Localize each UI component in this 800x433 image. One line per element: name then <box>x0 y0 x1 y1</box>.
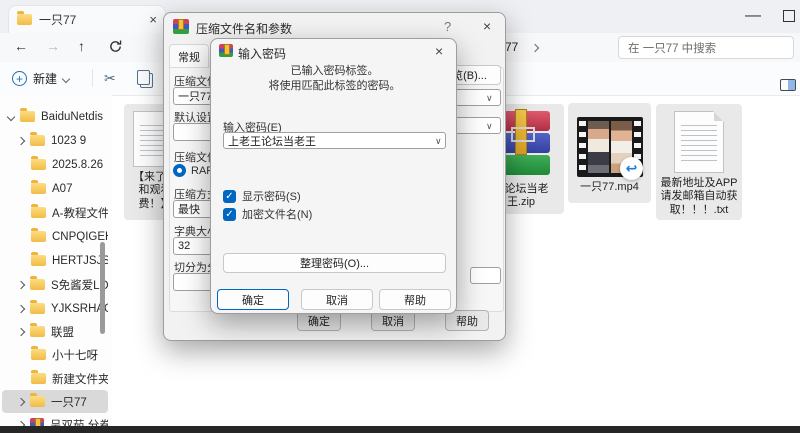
breadcrumb[interactable]: 77 <box>505 40 538 54</box>
sidebar-item-2025826[interactable]: 2025.8.26 <box>2 153 108 176</box>
explorer-tab[interactable]: 一只77 × <box>8 5 166 33</box>
sidebar-item-yizhi77[interactable]: 一只77 <box>2 390 108 413</box>
folder-icon <box>31 159 46 170</box>
sidebar-item-a-jiaocheng[interactable]: A-教程文件 <box>2 201 108 224</box>
winrar-icon <box>219 44 233 62</box>
sidebar-item-s-mianjiang[interactable]: S免酱爱LOl <box>2 273 108 296</box>
folder-icon <box>31 373 46 384</box>
checkbox-checked-icon: ✓ <box>223 190 236 203</box>
sidebar-scrollbar[interactable] <box>100 242 105 334</box>
sidebar-item-1023-9[interactable]: 1023 9 <box>2 129 108 152</box>
show-password-checkbox[interactable]: ✓ 显示密码(S) <box>223 188 301 204</box>
checkbox-checked-icon: ✓ <box>223 208 236 221</box>
minimize-button[interactable]: — <box>738 6 768 26</box>
file-name: 一只77.mp4 <box>580 181 639 194</box>
maximize-icon <box>783 10 795 22</box>
new-button[interactable]: + 新建 <box>12 70 69 87</box>
close-icon[interactable]: × <box>435 44 443 58</box>
chevron-down-icon: ∨ <box>486 121 493 132</box>
tab-title: 一只77 <box>39 11 142 28</box>
details-pane-icon[interactable] <box>780 78 796 96</box>
folder-icon <box>30 396 45 407</box>
sidebar-item-xiaoshiqiya[interactable]: 小十七呀 <box>2 343 108 366</box>
bottom-edge <box>0 426 800 433</box>
format-radio-rar[interactable]: RAR <box>173 164 214 177</box>
tab-close-icon[interactable]: × <box>149 13 157 26</box>
new-label: 新建 <box>33 70 57 87</box>
ok-button[interactable]: 确定 <box>217 289 289 310</box>
share-arrow-icon: ↩ <box>620 157 643 180</box>
winrar-icon <box>173 19 189 39</box>
encrypt-names-checkbox[interactable]: ✓ 加密文件名(N) <box>223 206 312 222</box>
folder-icon <box>30 135 45 146</box>
help-button[interactable]: 帮助 <box>379 289 451 310</box>
radio-icon <box>173 164 186 177</box>
help-icon[interactable]: ? <box>444 19 451 34</box>
file-name: 最新地址及APP <box>660 177 737 190</box>
folder-icon <box>30 279 45 290</box>
explorer-window: 一只77 × — ← → ↑ 77 在 一只77 中搜索 + 新建 ✂ Baid… <box>0 0 800 433</box>
password-dialog: 输入密码 × 已输入密码标签。 将使用匹配此标签的密码。 输入密码(E) 上老王… <box>210 38 457 314</box>
breadcrumb-text: 77 <box>505 40 518 54</box>
forward-icon[interactable]: → <box>46 38 60 54</box>
toolbar-divider <box>92 69 93 87</box>
chevron-down-icon: ∨ <box>486 93 493 104</box>
folder-icon <box>30 303 45 314</box>
maximize-button[interactable] <box>774 6 800 26</box>
sidebar-item-a07[interactable]: A07 <box>2 177 108 200</box>
dialog-title: 压缩文件名和参数 <box>196 20 292 37</box>
plus-icon: + <box>12 71 27 86</box>
folder-icon <box>31 207 46 218</box>
breadcrumb-chevron-icon <box>530 44 538 52</box>
search-input[interactable]: 在 一只77 中搜索 <box>618 36 794 59</box>
folder-icon <box>17 14 32 25</box>
chevron-right-icon <box>17 136 25 144</box>
sidebar-item-baidunetdis[interactable]: BaiduNetdis <box>2 105 108 128</box>
chevron-down-icon <box>62 74 70 82</box>
back-icon[interactable]: ← <box>14 38 28 54</box>
password-message: 已输入密码标签。 将使用匹配此标签的密码。 <box>211 64 458 94</box>
close-icon[interactable]: × <box>483 19 491 33</box>
cut-icon[interactable]: ✂ <box>104 70 116 87</box>
file-item-mp4[interactable]: ↩ 一只77.mp4 <box>568 103 651 203</box>
file-item-txt2[interactable]: 最新地址及APP 请发邮箱自动获 取！！！.txt <box>656 104 742 220</box>
sidebar-item-yjksrhag[interactable]: YJKSRHAG <box>2 297 108 320</box>
chevron-down-icon: ∨ <box>435 136 442 147</box>
up-icon[interactable]: ↑ <box>78 38 85 54</box>
folder-icon <box>31 349 46 360</box>
split-unit-combo[interactable] <box>470 267 501 284</box>
chevron-right-icon <box>17 397 25 405</box>
sidebar-item-xinjian[interactable]: 新建文件夹 <box>2 367 108 390</box>
cancel-button[interactable]: 取消 <box>301 289 373 310</box>
chevron-right-icon <box>17 327 25 335</box>
dialog-title: 输入密码 <box>238 45 286 62</box>
refresh-icon[interactable] <box>108 39 123 59</box>
folder-icon <box>31 255 46 266</box>
chevron-down-icon <box>7 112 15 120</box>
chevron-right-icon <box>17 280 25 288</box>
chevron-right-icon <box>17 304 25 312</box>
folder-icon <box>31 183 46 194</box>
search-placeholder: 在 一只77 中搜索 <box>628 40 716 56</box>
folder-icon <box>20 111 35 122</box>
text-file-icon <box>674 111 724 173</box>
password-input[interactable]: 上老王论坛当老王 <box>223 132 446 149</box>
copy-icon[interactable] <box>140 73 153 93</box>
sidebar-item-lianmeng[interactable]: 联盟 <box>2 320 108 343</box>
folder-icon <box>31 231 46 242</box>
folder-icon <box>30 326 45 337</box>
organize-passwords-button[interactable]: 整理密码(O)... <box>223 253 446 273</box>
sidebar-item-cnpqigeh[interactable]: CNPQIGEH <box>2 225 108 248</box>
sidebar-item-hertjsjsr[interactable]: HERTJSJSR <box>2 249 108 272</box>
